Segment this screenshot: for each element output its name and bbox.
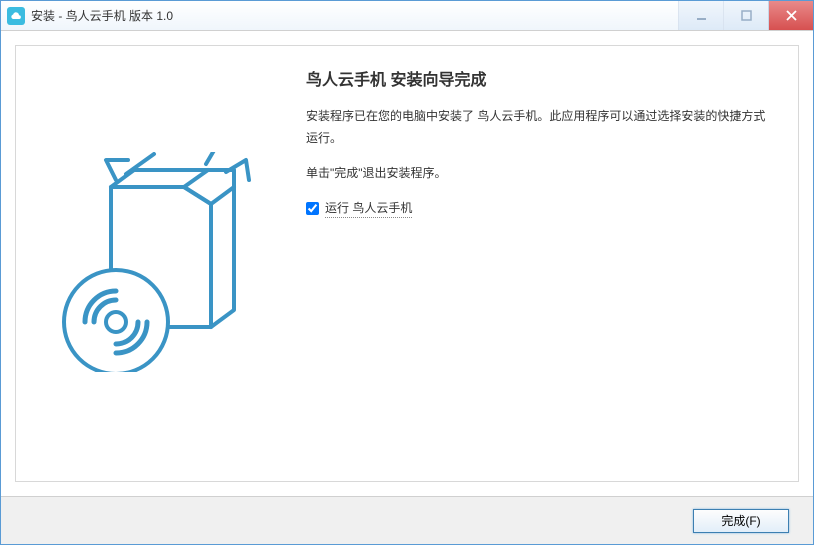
maximize-button[interactable] bbox=[723, 1, 768, 30]
inner-panel: 鸟人云手机 安装向导完成 安装程序已在您的电脑中安装了 鸟人云手机。此应用程序可… bbox=[15, 45, 799, 482]
minimize-icon bbox=[696, 10, 707, 21]
minimize-button[interactable] bbox=[678, 1, 723, 30]
close-button[interactable] bbox=[768, 1, 813, 30]
run-app-checkbox[interactable] bbox=[306, 202, 319, 215]
window-controls bbox=[678, 1, 813, 30]
close-icon bbox=[786, 10, 797, 21]
box-disc-illustration bbox=[56, 152, 256, 375]
wizard-paragraph-2: 单击"完成"退出安装程序。 bbox=[306, 163, 774, 185]
maximize-icon bbox=[741, 10, 752, 21]
installer-window: 安装 - 鸟人云手机 版本 1.0 bbox=[0, 0, 814, 545]
app-icon bbox=[7, 7, 25, 25]
finish-button[interactable]: 完成(F) bbox=[693, 509, 789, 533]
illustration-panel bbox=[16, 46, 296, 481]
window-title: 安装 - 鸟人云手机 版本 1.0 bbox=[31, 7, 678, 24]
titlebar: 安装 - 鸟人云手机 版本 1.0 bbox=[1, 1, 813, 31]
footer-bar: 完成(F) bbox=[1, 496, 813, 544]
wizard-paragraph-1: 安装程序已在您的电脑中安装了 鸟人云手机。此应用程序可以通过选择安装的快捷方式运… bbox=[306, 106, 774, 149]
wizard-heading: 鸟人云手机 安装向导完成 bbox=[306, 66, 774, 90]
content-area: 鸟人云手机 安装向导完成 安装程序已在您的电脑中安装了 鸟人云手机。此应用程序可… bbox=[1, 31, 813, 496]
run-app-checkbox-label[interactable]: 运行 鸟人云手机 bbox=[325, 199, 412, 218]
run-checkbox-row: 运行 鸟人云手机 bbox=[306, 199, 774, 218]
text-panel: 鸟人云手机 安装向导完成 安装程序已在您的电脑中安装了 鸟人云手机。此应用程序可… bbox=[296, 46, 798, 481]
